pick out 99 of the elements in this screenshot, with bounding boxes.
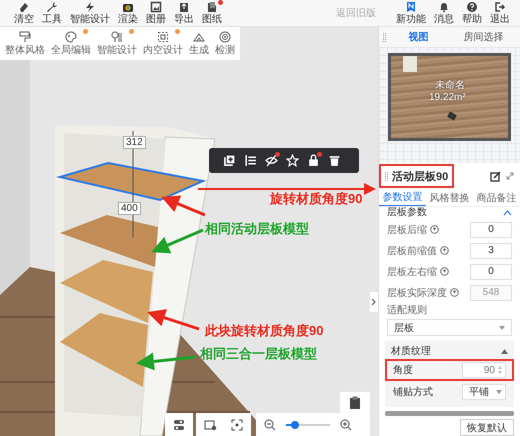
camera-icon[interactable] [447,111,457,121]
toolbar-button[interactable] [307,154,320,167]
rule-dropdown[interactable]: 层板 [387,319,512,336]
expand-icon[interactable] [506,172,514,180]
eraser-icon [18,1,30,13]
field-label: 铺贴方式 [393,386,433,399]
toggle-icon[interactable] [173,418,185,430]
room-area: 19.22m² [429,92,466,103]
toolbar-button[interactable]: 工具 [38,1,66,25]
toolbar-button[interactable]: 退出 [486,1,514,25]
toolbar-button[interactable]: 导出 [170,1,198,25]
toolbar-button[interactable]: 检测 [212,31,238,56]
image-icon [150,1,162,13]
section-title: 材质纹理 [391,344,431,358]
dimension-label: 400 [118,202,141,215]
arrow [151,228,204,254]
collapse-button[interactable] [370,292,378,312]
toolbar-button[interactable]: 智能设计 [94,31,140,56]
zoom-out-icon[interactable] [264,418,276,430]
tab[interactable]: 商品备注 [473,189,520,206]
clipboard-button[interactable] [340,392,370,413]
number-field[interactable]: 3 [470,242,512,258]
toolbar-button[interactable] [265,154,278,167]
toolbar-button[interactable] [328,154,341,167]
caret-up-icon[interactable] [503,210,512,216]
toolbar-button[interactable]: 渲染 [114,1,142,25]
toolbar-button[interactable]: 帮助 [458,1,486,25]
triangle-ruler-icon [193,31,205,43]
arrow [147,309,200,330]
lock-icon [307,154,320,167]
scrollbar[interactable] [385,411,514,416]
palette-icon [65,31,77,43]
slider-thumb[interactable] [290,420,299,428]
toolbar-button[interactable] [286,154,299,167]
toolbar-button[interactable]: 消息 [430,1,458,25]
annotation-text: 此块旋转材质角度90 [205,322,324,340]
caret-up-icon[interactable] [501,348,508,354]
caret-down-icon [496,390,502,394]
paint-roller-icon [19,31,31,43]
tab[interactable]: 风格替换 [426,189,473,206]
toolbar-button[interactable]: 全局编辑 [48,31,94,56]
field-label: 层板前缩值 [387,244,437,258]
help-icon[interactable] [440,246,449,255]
wrench-icon [46,1,58,13]
target-icon [219,31,231,43]
logout-icon [494,1,506,13]
hide-icon [265,154,278,167]
focus-icon[interactable] [231,418,243,430]
clipboard-icon [349,396,361,409]
toolbar-button[interactable] [244,154,257,167]
toolbar-button[interactable]: 新功能 [392,1,430,25]
help-icon[interactable] [450,288,459,297]
bell-icon [438,1,450,13]
caret-down-icon [499,326,505,330]
toolbar-button[interactable]: 图册 [142,1,170,25]
section-title: 层板参数 [387,208,427,218]
dimension-label: 312 [123,136,146,149]
help-icon[interactable] [440,267,449,276]
field-label: 适配规则 [386,304,428,317]
annotation-text: 相同活动层板模型 [205,220,309,238]
door-icon [403,56,417,72]
field-label: 层板左右缩 [387,266,437,278]
trash-icon [328,154,341,167]
spinner-icon [498,366,502,374]
star-icon [286,154,299,167]
lightning-icon [84,1,96,13]
camera-icon [122,1,134,13]
toolbar-button[interactable]: 图纸 [198,1,226,25]
help-icon[interactable] [430,225,439,234]
list-icon [244,154,257,167]
annotation-text: 相同三合一层板模型 [200,345,317,363]
drag-handle[interactable] [383,32,386,42]
add-copy-icon [223,154,236,167]
zoom-in-icon[interactable] [340,418,352,430]
tiling-dropdown[interactable]: 平铺 [462,384,506,400]
toolbar-button[interactable]: 生成 [186,31,212,56]
field-label: 层板后缩 [387,224,427,236]
toolbar-button[interactable]: 清空 [10,1,38,25]
frame-icon [157,31,169,43]
reset-button[interactable]: 恢复默认 [460,419,514,436]
tab[interactable]: 参数设置 [379,189,426,206]
document-icon [206,1,218,13]
arrow [136,352,196,370]
chevron-right-icon [371,298,377,306]
angle-field[interactable]: 90 [462,362,506,378]
tab[interactable]: 视图 [386,30,451,44]
room-name: 未命名 [435,80,465,91]
annotation-text: 旋转材质角度90 [270,190,362,208]
toolbar-button[interactable]: 内空设计 [140,31,186,56]
number-field[interactable]: 0 [470,222,512,238]
field-label: 层板实际深度 [387,286,447,300]
edit-icon[interactable] [490,170,501,182]
toolbar-button[interactable] [223,154,236,167]
number-field[interactable]: 0 [470,264,512,280]
toolbar-button[interactable]: 智能设计 [66,1,114,25]
tab[interactable]: 房间选择 [451,30,516,44]
toolbar-button[interactable]: 整体风格 [2,31,48,56]
field-label: 角度 [393,364,413,377]
panel-title: 活动层板90 [379,164,454,188]
